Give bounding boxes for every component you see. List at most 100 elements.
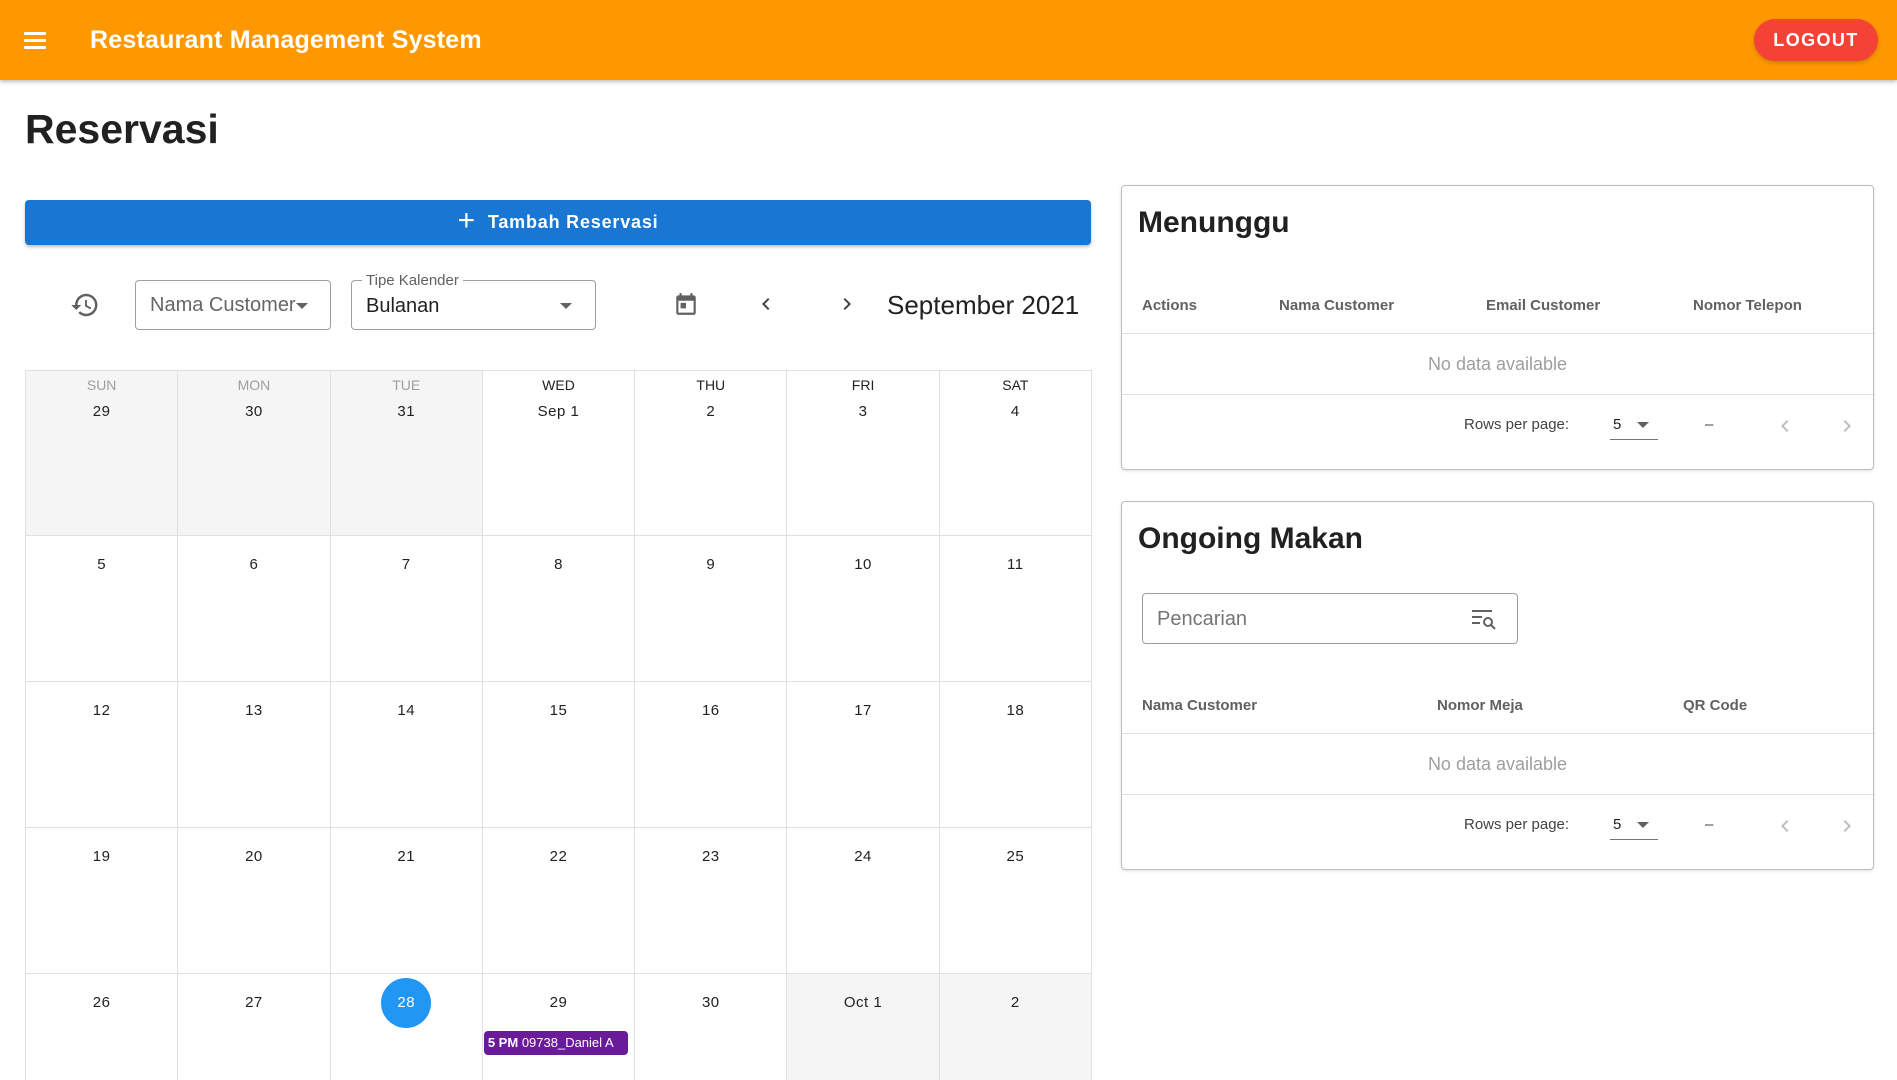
search-field[interactable]	[1142, 593, 1518, 644]
calendar-day[interactable]: 19	[26, 828, 179, 974]
calendar-day[interactable]: 20	[178, 828, 331, 974]
calendar-day[interactable]: 9	[635, 536, 788, 682]
calendar-day[interactable]: 25	[939, 828, 1092, 974]
day-number[interactable]: 29	[533, 978, 583, 1028]
day-number[interactable]: 14	[381, 686, 431, 736]
day-number[interactable]: 5	[77, 540, 127, 590]
day-number[interactable]: 29	[77, 387, 127, 437]
chevron-right-icon[interactable]	[1835, 814, 1859, 838]
day-number[interactable]: 26	[77, 978, 127, 1028]
day-number[interactable]: 19	[77, 832, 127, 882]
column-header[interactable]: Actions	[1142, 297, 1197, 314]
day-number[interactable]: 16	[686, 686, 736, 736]
day-number[interactable]: 8	[533, 540, 583, 590]
reservation-event[interactable]: 5 PM 09738_Daniel A	[483, 1031, 628, 1055]
calendar-day[interactable]: THU 2	[635, 371, 788, 536]
chevron-right-icon[interactable]	[835, 292, 859, 316]
chevron-left-icon[interactable]	[754, 292, 778, 316]
calendar-type-label: Tipe Kalender	[362, 272, 463, 289]
calendar-day[interactable]: 7	[330, 536, 483, 682]
history-icon[interactable]	[70, 290, 100, 320]
day-number[interactable]: 20	[229, 832, 279, 882]
rows-per-page-select[interactable]: 5	[1610, 810, 1658, 840]
waiting-empty-state: No data available	[1122, 334, 1873, 395]
calendar-day[interactable]: 14	[330, 682, 483, 828]
day-number[interactable]: 21	[381, 832, 431, 882]
day-number[interactable]: 3	[838, 387, 888, 437]
today-day-number[interactable]: 28	[381, 978, 432, 1028]
day-number[interactable]: 7	[381, 540, 431, 590]
calendar-day[interactable]: SAT 4	[939, 371, 1092, 536]
day-number[interactable]: Oct 1	[838, 978, 888, 1028]
search-list-icon[interactable]	[1471, 607, 1497, 631]
day-number[interactable]: 30	[686, 978, 736, 1028]
day-number[interactable]: 17	[838, 686, 888, 736]
calendar-day[interactable]: 22	[482, 828, 636, 974]
calendar-day[interactable]: 8	[482, 536, 636, 682]
calendar-day[interactable]: 26	[26, 974, 179, 1080]
add-reservation-button[interactable]: + Tambah Reservasi	[25, 200, 1091, 245]
calendar-day[interactable]: TUE 31	[330, 371, 483, 536]
calendar-day[interactable]: 23	[635, 828, 788, 974]
day-number[interactable]: 30	[229, 387, 279, 437]
calendar-day[interactable]: SUN 29	[26, 371, 179, 536]
customer-select[interactable]: Nama Customer	[135, 280, 331, 330]
day-number[interactable]: 31	[381, 387, 431, 437]
day-number[interactable]: 2	[686, 387, 736, 437]
logout-button[interactable]: LOGOUT	[1754, 19, 1878, 61]
calendar-day[interactable]: 24	[787, 828, 940, 974]
calendar-day[interactable]: 17	[787, 682, 940, 828]
page-range: –	[1705, 416, 1714, 433]
calendar-type-select[interactable]: Tipe Kalender Bulanan	[351, 272, 596, 330]
calendar-day[interactable]: Oct 1	[787, 974, 940, 1080]
calendar-day[interactable]: 29 5 PM 09738_Daniel A	[482, 974, 636, 1080]
day-number[interactable]: 18	[990, 686, 1040, 736]
calendar-today-icon[interactable]	[673, 290, 699, 318]
day-number[interactable]: 23	[686, 832, 736, 882]
day-number[interactable]: Sep 1	[533, 387, 583, 437]
calendar-day[interactable]: 16	[635, 682, 788, 828]
calendar-day[interactable]: 15	[482, 682, 636, 828]
day-number[interactable]: 13	[229, 686, 279, 736]
calendar-day[interactable]: 27	[178, 974, 331, 1080]
column-header[interactable]: Nomor Meja	[1437, 697, 1523, 714]
day-number[interactable]: 10	[838, 540, 888, 590]
day-number[interactable]: 24	[838, 832, 888, 882]
search-input[interactable]	[1157, 606, 1457, 632]
waiting-card: Menunggu Actions Nama Customer Email Cus…	[1121, 185, 1874, 470]
calendar-day[interactable]: 28	[330, 974, 483, 1080]
rows-per-page-select[interactable]: 5	[1610, 410, 1658, 440]
calendar-day[interactable]: WED Sep 1	[482, 371, 636, 536]
chevron-right-icon[interactable]	[1835, 414, 1859, 438]
calendar-day[interactable]: 6	[178, 536, 331, 682]
day-number[interactable]: 22	[533, 832, 583, 882]
calendar-day[interactable]: 12	[26, 682, 179, 828]
column-header[interactable]: Email Customer	[1486, 297, 1600, 314]
calendar-day[interactable]: 5	[26, 536, 179, 682]
column-header[interactable]: Nama Customer	[1142, 697, 1257, 714]
column-header[interactable]: Nomor Telepon	[1693, 297, 1802, 314]
calendar-day[interactable]: 21	[330, 828, 483, 974]
calendar-day[interactable]: 30	[635, 974, 788, 1080]
calendar-day[interactable]: 2	[939, 974, 1092, 1080]
chevron-left-icon[interactable]	[1773, 414, 1797, 438]
day-number[interactable]: 27	[229, 978, 279, 1028]
calendar-day[interactable]: MON 30	[178, 371, 331, 536]
day-number[interactable]: 25	[990, 832, 1040, 882]
day-number[interactable]: 4	[990, 387, 1040, 437]
calendar-day[interactable]: 13	[178, 682, 331, 828]
calendar-day[interactable]: 18	[939, 682, 1092, 828]
day-number[interactable]: 11	[990, 540, 1040, 590]
menu-icon[interactable]	[19, 24, 51, 56]
calendar-day[interactable]: 10	[787, 536, 940, 682]
day-number[interactable]: 9	[686, 540, 736, 590]
day-number[interactable]: 15	[533, 686, 583, 736]
column-header[interactable]: Nama Customer	[1279, 297, 1394, 314]
day-number[interactable]: 12	[77, 686, 127, 736]
column-header[interactable]: QR Code	[1683, 697, 1747, 714]
day-number[interactable]: 6	[229, 540, 279, 590]
chevron-left-icon[interactable]	[1773, 814, 1797, 838]
calendar-day[interactable]: FRI 3	[787, 371, 940, 536]
day-number[interactable]: 2	[990, 978, 1040, 1028]
calendar-day[interactable]: 11	[939, 536, 1092, 682]
